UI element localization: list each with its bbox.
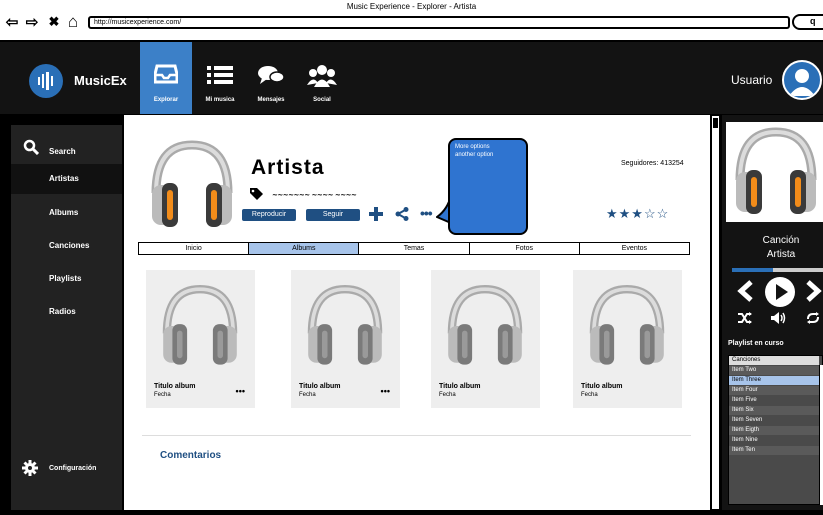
inbox-icon — [140, 64, 192, 88]
home-icon[interactable]: ⌂ — [64, 12, 82, 31]
now-playing-title: Canción Artista — [722, 234, 823, 262]
add-icon[interactable] — [369, 207, 383, 221]
main-scrollbar[interactable] — [711, 115, 720, 510]
album-date: Fecha — [581, 392, 598, 398]
playlist-item[interactable]: Item Ten — [729, 446, 819, 455]
group-icon — [296, 64, 348, 88]
next-icon[interactable] — [803, 279, 823, 303]
address-bar[interactable]: http://musicexperience.com/ — [88, 16, 790, 29]
nav-explorar[interactable]: Explorar — [140, 42, 192, 114]
progress-fill — [732, 268, 773, 272]
tab-inicio[interactable]: Inicio — [139, 243, 250, 254]
nav-label: Social — [313, 97, 331, 103]
comments-heading[interactable]: Comentarios — [160, 450, 221, 461]
album-card[interactable]: Titulo album Fecha ••• — [291, 270, 400, 408]
browser-search-icon[interactable]: q — [792, 14, 823, 30]
artist-name: Artista — [251, 156, 325, 179]
artist-image — [151, 140, 233, 227]
sidebar-item-artistas[interactable]: Artistas — [11, 164, 122, 194]
nav-label: Explorar — [153, 97, 179, 103]
playlist-item[interactable]: Item Six — [729, 406, 819, 415]
stop-icon[interactable]: ✖ — [45, 14, 63, 30]
avatar-icon[interactable] — [782, 60, 822, 100]
followers-count: Seguidores: 413254 — [621, 160, 684, 167]
previous-icon[interactable] — [736, 279, 756, 303]
play-icon[interactable] — [764, 276, 796, 308]
album-card[interactable]: Titulo album Fecha — [431, 270, 540, 408]
tag-icon — [250, 188, 263, 200]
album-menu-icon[interactable]: ••• — [381, 387, 390, 396]
tab-eventos[interactable]: Eventos — [580, 243, 689, 254]
artist-tags[interactable]: ~~~~~~~ ~~~~ ~~~~ — [272, 190, 357, 199]
sidebar-item-canciones[interactable]: Canciones — [11, 231, 122, 261]
rating-stars[interactable]: ★★★☆☆ — [606, 206, 669, 222]
artist-tabs: Inicio Albums Temas Fotos Eventos — [138, 242, 690, 255]
shuffle-icon[interactable] — [738, 312, 752, 324]
app-logo-icon — [29, 64, 63, 98]
scroll-thumb[interactable] — [713, 118, 718, 128]
user-label[interactable]: Usuario — [731, 73, 772, 87]
nav-label: Mi musica — [205, 97, 235, 103]
song-artist: Artista — [766, 249, 796, 260]
more-options-popover[interactable]: More options another option — [448, 138, 528, 235]
album-title: Titulo album — [581, 383, 623, 390]
album-cover — [589, 285, 665, 365]
tab-albums[interactable]: Albums — [249, 243, 360, 254]
nav-label: Mensajes — [257, 97, 285, 103]
volume-icon[interactable] — [771, 312, 787, 324]
popover-text: More options another option — [455, 144, 494, 158]
album-title: Titulo album — [439, 383, 481, 390]
now-playing-art — [726, 122, 823, 222]
playlist-item[interactable]: Item Two — [729, 366, 819, 375]
more-options-icon[interactable]: ••• — [420, 206, 433, 220]
album-title: Titulo album — [299, 383, 341, 390]
sidebar-item-radios[interactable]: Radios — [11, 297, 122, 327]
chat-icon — [245, 64, 297, 88]
album-date: Fecha — [439, 392, 456, 398]
playlist-item[interactable]: Item Four — [729, 386, 819, 395]
sidebar-item-playlists[interactable]: Playlists — [11, 264, 122, 294]
forward-icon[interactable]: ⇨ — [23, 14, 41, 31]
play-button[interactable]: Reproducir — [242, 209, 296, 221]
nav-social[interactable]: Social — [296, 42, 348, 114]
tab-fotos[interactable]: Fotos — [470, 243, 580, 254]
playlist-item[interactable]: Item Five — [729, 396, 819, 405]
album-card[interactable]: Titulo album Fecha — [573, 270, 682, 408]
window-title: Music Experience - Explorer - Artista — [346, 2, 477, 11]
app-name: MusicEx — [74, 73, 127, 88]
playlist-item[interactable]: Item Nine — [729, 436, 819, 445]
back-icon[interactable]: ⇦ — [3, 14, 21, 31]
album-date: Fecha — [299, 392, 316, 398]
playlist-header[interactable]: Canciones — [729, 356, 819, 365]
playlist-item[interactable]: Item Seven — [729, 416, 819, 425]
album-card[interactable]: Titulo album Fecha ••• — [146, 270, 255, 408]
sidebar-item-albums[interactable]: Albums — [11, 198, 122, 228]
sidebar-item-search[interactable]: Search — [11, 137, 122, 167]
nav-mensajes[interactable]: Mensajes — [245, 42, 297, 114]
playlist-item[interactable]: Item Eigth — [729, 426, 819, 435]
album-date: Fecha — [154, 392, 171, 398]
share-icon[interactable] — [395, 207, 409, 221]
list-icon — [194, 64, 246, 88]
settings-label[interactable]: Configuración — [49, 465, 96, 472]
album-cover — [162, 285, 238, 365]
divider — [142, 435, 691, 436]
song-name: Canción — [762, 235, 800, 246]
repeat-icon[interactable] — [806, 312, 820, 324]
album-menu-icon[interactable]: ••• — [236, 387, 245, 396]
gear-icon[interactable] — [22, 460, 38, 476]
album-cover — [447, 285, 523, 365]
follow-button[interactable]: Seguir — [306, 209, 360, 221]
playlist-heading: Playlist en curso — [728, 340, 784, 347]
playlist-scrollbar[interactable] — [819, 365, 823, 505]
nav-mi-musica[interactable]: Mi musica — [194, 42, 246, 114]
album-cover — [307, 285, 383, 365]
tab-temas[interactable]: Temas — [359, 243, 470, 254]
album-title: Titulo album — [154, 383, 196, 390]
playlist-item[interactable]: Item Three — [729, 376, 819, 385]
